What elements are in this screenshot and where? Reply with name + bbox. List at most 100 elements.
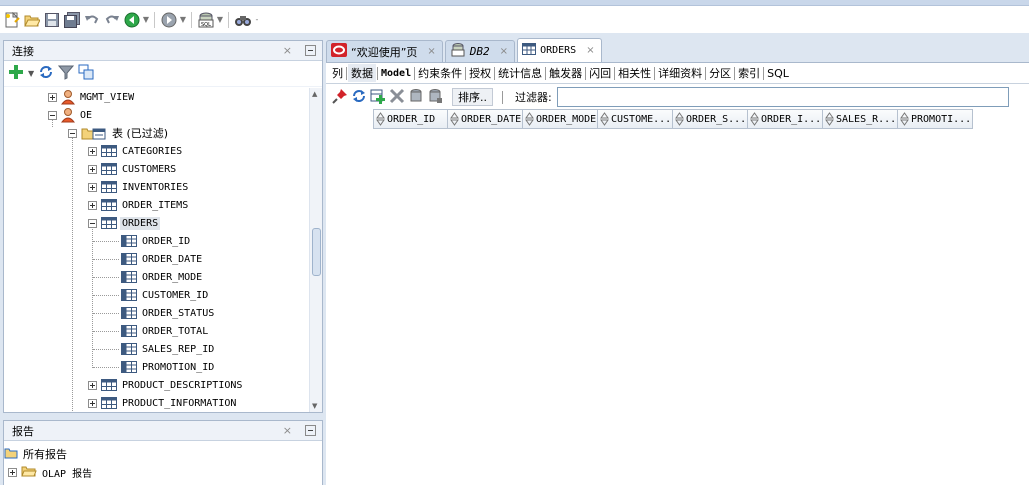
column-header[interactable]: ORDER_DATE: [448, 109, 523, 129]
collapse-icon[interactable]: [48, 110, 57, 120]
subtab-11[interactable]: 索引: [736, 65, 762, 81]
expand-icon[interactable]: [88, 398, 97, 408]
tree-node-column[interactable]: ORDER_ID: [121, 232, 192, 250]
save-icon[interactable]: [42, 10, 62, 30]
subtab-9[interactable]: 详细资料: [656, 65, 704, 81]
minimize-icon[interactable]: [305, 425, 316, 436]
rollback-icon[interactable]: [427, 88, 443, 107]
tree-node-column[interactable]: ORDER_MODE: [121, 268, 204, 286]
sort-arrows-icon[interactable]: [675, 112, 684, 126]
close-icon[interactable]: ×: [283, 424, 292, 437]
sort-arrows-icon[interactable]: [450, 112, 459, 126]
refresh-icon[interactable]: [38, 64, 54, 83]
subtab-10[interactable]: 分区: [707, 65, 733, 81]
subtab-1[interactable]: 数据: [348, 64, 376, 82]
new-icon[interactable]: [2, 10, 22, 30]
sort-arrows-icon[interactable]: [750, 112, 759, 126]
close-icon[interactable]: ×: [427, 46, 435, 57]
back-icon[interactable]: [122, 10, 142, 30]
column-header[interactable]: CUSTOME...: [598, 109, 673, 129]
sort-button[interactable]: 排序..: [452, 88, 493, 106]
subtab-6[interactable]: 触发器: [547, 65, 584, 81]
tree-node-column[interactable]: CUSTOMER_ID: [121, 286, 210, 304]
filter-icon[interactable]: [58, 64, 75, 83]
close-icon[interactable]: ×: [500, 46, 508, 57]
subtab-12[interactable]: SQL: [765, 67, 791, 80]
filter-input[interactable]: [556, 87, 1009, 107]
expand-icon[interactable]: [88, 182, 97, 192]
forward-dropdown-icon[interactable]: ▼: [179, 10, 187, 30]
column-header[interactable]: PROMOTI...: [898, 109, 973, 129]
insert-row-icon[interactable]: [370, 88, 386, 107]
subtab-5[interactable]: 统计信息: [496, 65, 544, 81]
open-icon[interactable]: [22, 10, 42, 30]
tree-scrollbar[interactable]: ▲ ▼: [309, 88, 322, 412]
subtab-3[interactable]: 约束条件: [416, 65, 464, 81]
sql-dropdown-icon[interactable]: ▼: [216, 10, 224, 30]
save-all-icon[interactable]: [62, 10, 82, 30]
tree-node-categories[interactable]: CATEGORIES: [88, 142, 184, 160]
back-dropdown-icon[interactable]: ▼: [142, 10, 150, 30]
pin-icon[interactable]: [332, 88, 348, 107]
sort-arrows-icon[interactable]: [376, 112, 385, 126]
tree-node-customers[interactable]: CUSTOMERS: [88, 160, 178, 178]
scroll-down-icon[interactable]: ▼: [312, 402, 317, 410]
expand-icon[interactable]: [88, 146, 97, 156]
add-connection-icon[interactable]: [8, 64, 24, 83]
tree-node-column[interactable]: ORDER_DATE: [121, 250, 204, 268]
column-header[interactable]: ORDER_MODE: [523, 109, 598, 129]
redo-icon[interactable]: [102, 10, 122, 30]
expand-icon[interactable]: [88, 380, 97, 390]
refresh-icon[interactable]: [351, 88, 367, 107]
tree-node-orders[interactable]: ORDERS: [88, 214, 161, 232]
sort-arrows-icon[interactable]: [525, 112, 534, 126]
tab-orders[interactable]: ORDERS ×: [517, 38, 602, 62]
scrollbar-thumb[interactable]: [312, 228, 321, 276]
tree-node-column[interactable]: PROMOTION_ID: [121, 358, 216, 376]
chevron-down-icon[interactable]: ▼: [28, 69, 34, 78]
subtab-2[interactable]: Model: [379, 68, 413, 79]
tree-node-tables[interactable]: 表 (已过滤): [68, 124, 170, 142]
tree-node-order-items[interactable]: ORDER_ITEMS: [88, 196, 190, 214]
close-icon[interactable]: ×: [283, 44, 292, 57]
expand-icon[interactable]: [88, 164, 97, 174]
delete-icon[interactable]: [389, 88, 405, 107]
tree-node-mgmt-view[interactable]: MGMT_VIEW: [48, 88, 136, 106]
column-header[interactable]: ORDER_ID: [373, 109, 448, 129]
sort-arrows-icon[interactable]: [900, 112, 909, 126]
subtab-4[interactable]: 授权: [467, 65, 493, 81]
tree-node-inventories[interactable]: INVENTORIES: [88, 178, 190, 196]
column-header[interactable]: ORDER_S...: [673, 109, 748, 129]
sort-arrows-icon[interactable]: [600, 112, 609, 126]
tree-node-all-reports[interactable]: 所有报告: [4, 445, 69, 463]
sql-worksheet-icon[interactable]: SQL: [196, 10, 216, 30]
column-header[interactable]: ORDER_I...: [748, 109, 823, 129]
forward-icon[interactable]: [159, 10, 179, 30]
tab-db2[interactable]: DB2 ×: [444, 40, 516, 62]
column-header[interactable]: SALES_R...: [823, 109, 898, 129]
tree-node-column[interactable]: SALES_REP_ID: [121, 340, 216, 358]
find-icon[interactable]: [233, 10, 253, 30]
sort-arrows-icon[interactable]: [825, 112, 834, 126]
scroll-up-icon[interactable]: ▲: [312, 90, 317, 98]
tree-node-product-information[interactable]: PRODUCT_INFORMATION: [88, 394, 238, 412]
tree-node-column[interactable]: ORDER_TOTAL: [121, 322, 210, 340]
find-dropdown-icon[interactable]: -: [253, 10, 261, 30]
tree-node-oe[interactable]: OE: [48, 106, 94, 124]
tree-node-olap-reports[interactable]: OLAP 报告: [8, 463, 94, 481]
tree-node-column[interactable]: ORDER_STATUS: [121, 304, 216, 322]
expand-icon[interactable]: [8, 467, 17, 477]
subtab-8[interactable]: 相关性: [616, 65, 653, 81]
tab-welcome[interactable]: “欢迎使用”页 ×: [326, 40, 443, 62]
expand-icon[interactable]: [88, 200, 97, 210]
subtab-0[interactable]: 列: [330, 65, 345, 81]
collapse-icon[interactable]: [88, 218, 97, 228]
schema-browser-icon[interactable]: [78, 64, 94, 83]
close-icon[interactable]: ×: [586, 45, 594, 56]
undo-icon[interactable]: [82, 10, 102, 30]
collapse-icon[interactable]: [68, 128, 77, 138]
tree-node-product-descriptions[interactable]: PRODUCT_DESCRIPTIONS: [88, 376, 244, 394]
subtab-7[interactable]: 闪回: [587, 65, 613, 81]
commit-icon[interactable]: [408, 88, 424, 107]
minimize-icon[interactable]: [305, 45, 316, 56]
